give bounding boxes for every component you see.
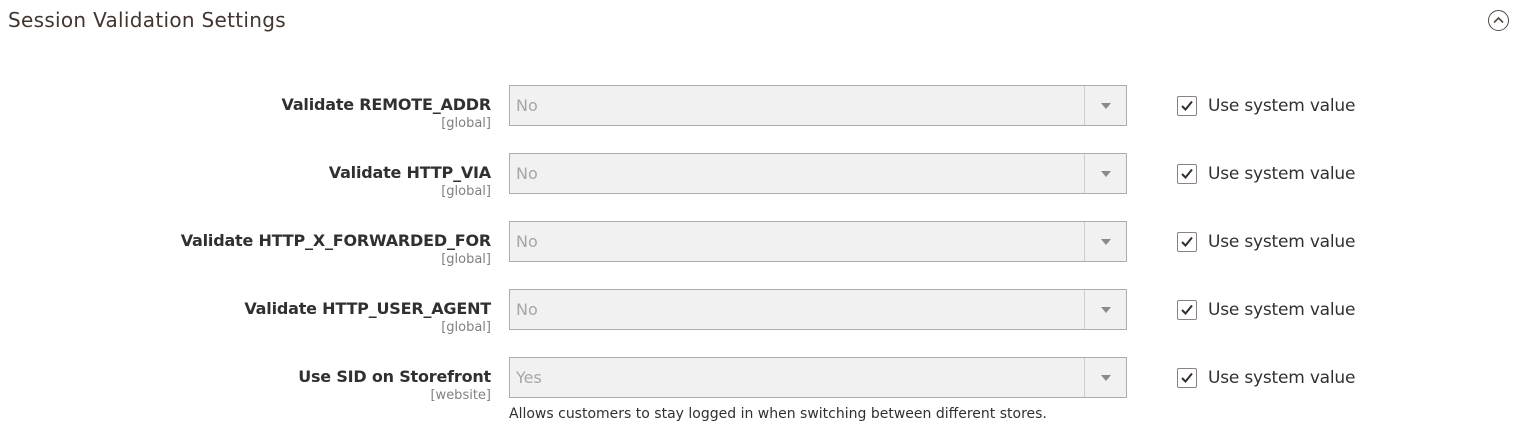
field-note: Allows customers to stay logged in when …: [509, 406, 1047, 422]
use-system-value-label: Use system value: [1208, 164, 1356, 184]
select-value: No: [516, 96, 538, 115]
validate-http-via-select[interactable]: No: [509, 153, 1127, 194]
chevron-down-icon: [1101, 171, 1111, 177]
checkmark-icon: [1181, 236, 1193, 247]
select-value: No: [516, 164, 538, 183]
checkmark-icon: [1181, 372, 1193, 383]
select-arrow: [1084, 358, 1126, 397]
select-arrow: [1084, 86, 1126, 125]
field-label: Validate HTTP_X_FORWARDED_FOR: [180, 231, 491, 250]
field-row-use-sid-on-storefront: Use SID on Storefront [website] Yes Use …: [0, 357, 1526, 433]
field-scope: [global]: [441, 116, 491, 131]
field-scope: [global]: [441, 320, 491, 335]
select-arrow: [1084, 290, 1126, 329]
select-value: Yes: [516, 368, 542, 387]
use-system-value-checkbox[interactable]: [1177, 232, 1197, 252]
select-value: No: [516, 232, 538, 251]
section-title: Session Validation Settings: [8, 8, 286, 32]
chevron-down-icon: [1101, 103, 1111, 109]
chevron-down-icon: [1101, 375, 1111, 381]
chevron-down-icon: [1101, 239, 1111, 245]
chevron-down-icon: [1101, 307, 1111, 313]
field-label: Validate HTTP_USER_AGENT: [244, 299, 491, 318]
chevron-up-circle-icon[interactable]: [1488, 10, 1509, 31]
field-row-validate-remote-addr: Validate REMOTE_ADDR [global] No Use sys…: [0, 85, 1526, 145]
use-system-value-label: Use system value: [1208, 368, 1356, 388]
use-system-value-label: Use system value: [1208, 96, 1356, 116]
validate-http-user-agent-select[interactable]: No: [509, 289, 1127, 330]
select-arrow: [1084, 154, 1126, 193]
field-label: Use SID on Storefront: [298, 367, 491, 386]
use-system-value-checkbox[interactable]: [1177, 96, 1197, 116]
use-system-value-label: Use system value: [1208, 232, 1356, 252]
field-row-validate-http-user-agent: Validate HTTP_USER_AGENT [global] No Use…: [0, 289, 1526, 349]
select-arrow: [1084, 222, 1126, 261]
validate-remote-addr-select[interactable]: No: [509, 85, 1127, 126]
field-scope: [website]: [430, 388, 491, 403]
use-system-value-checkbox[interactable]: [1177, 368, 1197, 388]
select-value: No: [516, 300, 538, 319]
field-scope: [global]: [441, 184, 491, 199]
checkmark-icon: [1181, 304, 1193, 315]
checkmark-icon: [1181, 168, 1193, 179]
validate-http-x-forwarded-for-select[interactable]: No: [509, 221, 1127, 262]
section-header[interactable]: Session Validation Settings: [0, 0, 1526, 44]
use-system-value-label: Use system value: [1208, 300, 1356, 320]
use-sid-on-storefront-select[interactable]: Yes: [509, 357, 1127, 398]
use-system-value-checkbox[interactable]: [1177, 300, 1197, 320]
field-row-validate-http-x-forwarded-for: Validate HTTP_X_FORWARDED_FOR [global] N…: [0, 221, 1526, 281]
field-label: Validate HTTP_VIA: [328, 163, 491, 182]
field-row-validate-http-via: Validate HTTP_VIA [global] No Use system…: [0, 153, 1526, 213]
checkmark-icon: [1181, 100, 1193, 111]
use-system-value-checkbox[interactable]: [1177, 164, 1197, 184]
field-scope: [global]: [441, 252, 491, 267]
field-label: Validate REMOTE_ADDR: [281, 95, 492, 114]
